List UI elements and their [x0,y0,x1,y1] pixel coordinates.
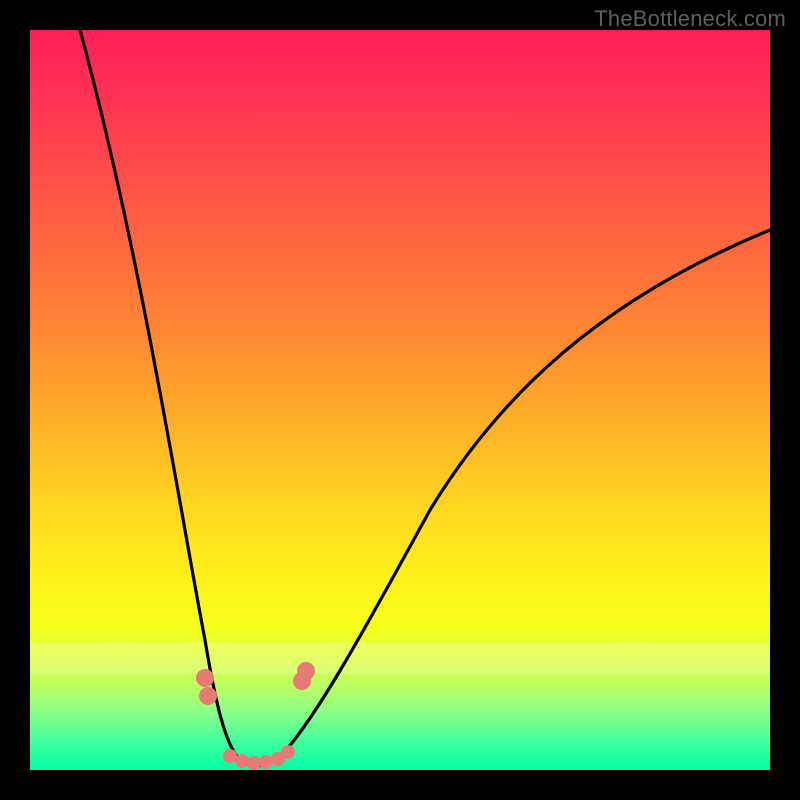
curve-svg [30,30,770,770]
data-marker [199,687,217,705]
watermark-text: TheBottleneck.com [594,6,786,32]
data-marker [196,669,214,687]
plot-area [30,30,770,770]
data-marker [297,662,315,680]
bottleneck-curve-path [80,30,770,766]
chart-frame: TheBottleneck.com [0,0,800,800]
data-marker [281,745,295,759]
